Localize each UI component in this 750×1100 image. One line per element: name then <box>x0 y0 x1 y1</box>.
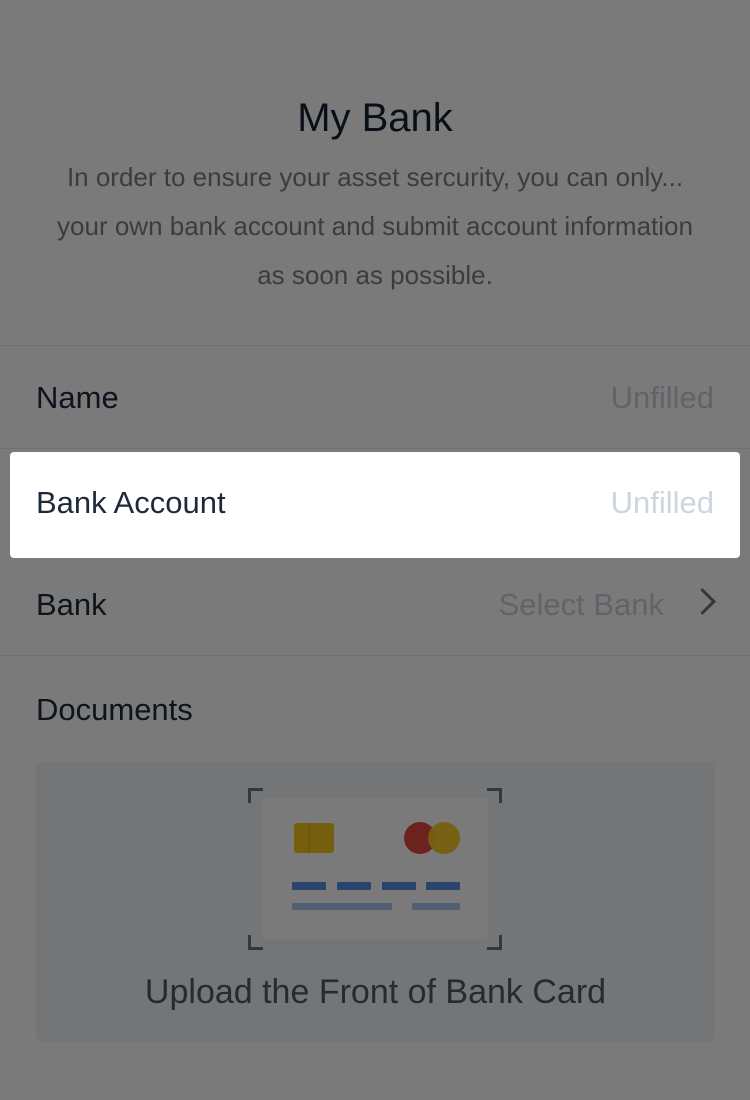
name-row[interactable]: Name Unfilled <box>0 347 750 449</box>
card-detail-lines <box>292 903 460 910</box>
card-detail-line <box>292 903 392 910</box>
upload-label: Upload the Front of Bank Card <box>144 973 607 1011</box>
bank-card-icon <box>262 798 488 940</box>
bank-card-illustration <box>248 788 502 950</box>
description-line: as soon as possible. <box>257 260 493 290</box>
bank-select[interactable]: Select Bank <box>499 554 664 656</box>
page-header: My Bank In order to ensure your asset se… <box>0 0 750 345</box>
upload-bank-card-front[interactable]: Upload the Front of Bank Card <box>36 762 715 1043</box>
bank-account-field[interactable]: Unfilled <box>611 452 714 554</box>
documents-row: Documents <box>0 658 750 748</box>
page-description: In order to ensure your asset sercurity,… <box>0 153 750 300</box>
description-line: your own bank account and submit account… <box>57 211 693 241</box>
card-brand-icon <box>404 822 460 854</box>
frame-corner-icon <box>487 935 502 950</box>
description-line: In order to ensure your asset sercurity,… <box>66 162 684 192</box>
chevron-right-icon[interactable] <box>689 588 716 615</box>
my-bank-page: My Bank In order to ensure your asset se… <box>0 0 750 1100</box>
card-number-dashes <box>292 882 460 890</box>
card-number-dash <box>337 882 371 890</box>
frame-corner-icon <box>248 935 263 950</box>
divider <box>0 345 750 346</box>
brand-circle-yellow <box>428 822 460 854</box>
page-title: My Bank <box>297 96 453 140</box>
frame-corner-icon <box>487 788 502 803</box>
bank-row[interactable]: Bank Select Bank <box>0 554 750 656</box>
name-field[interactable]: Unfilled <box>611 347 714 449</box>
card-number-dash <box>382 882 416 890</box>
card-number-dash <box>426 882 460 890</box>
bank-account-label: Bank Account <box>36 485 226 520</box>
documents-label: Documents <box>36 692 193 727</box>
card-chip-icon <box>294 823 334 853</box>
frame-corner-icon <box>248 788 263 803</box>
name-label: Name <box>36 380 119 415</box>
card-detail-line <box>412 903 460 910</box>
bank-account-row[interactable]: Bank Account Unfilled <box>10 452 740 558</box>
card-number-dash <box>292 882 326 890</box>
bank-label: Bank <box>36 587 107 622</box>
